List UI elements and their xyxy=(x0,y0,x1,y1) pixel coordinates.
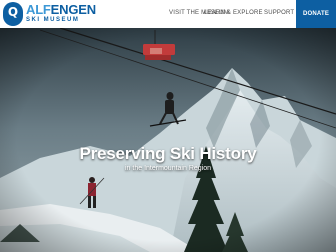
donate-button[interactable]: DONATE xyxy=(296,0,336,28)
logo-subtitle: SKI MUSEUM xyxy=(26,17,80,23)
nav-support[interactable]: SUPPORT xyxy=(264,10,294,16)
logo-mark-icon: Q xyxy=(3,2,23,26)
logo-wordmark: ALFENGEN xyxy=(26,3,96,16)
hero-title: Preserving Ski History xyxy=(79,144,257,163)
hero-background-photo xyxy=(0,28,336,252)
site-header: Q ALFENGEN SKI MUSEUM VISIT THE MUSEUM L… xyxy=(0,0,336,28)
site-logo[interactable]: Q ALFENGEN SKI MUSEUM xyxy=(3,2,98,26)
nav-learn-and-explore[interactable]: LEARN & EXPLORE xyxy=(204,10,263,16)
logo-wordmark-engen: ENGEN xyxy=(50,2,96,17)
logo-wordmark-alf: ALF xyxy=(26,2,51,17)
hero-subtitle: in the Intermountain Region xyxy=(125,165,211,172)
logo-mark-glyph: Q xyxy=(7,5,19,19)
hero-section: Preserving Ski History in the Intermount… xyxy=(0,28,336,252)
